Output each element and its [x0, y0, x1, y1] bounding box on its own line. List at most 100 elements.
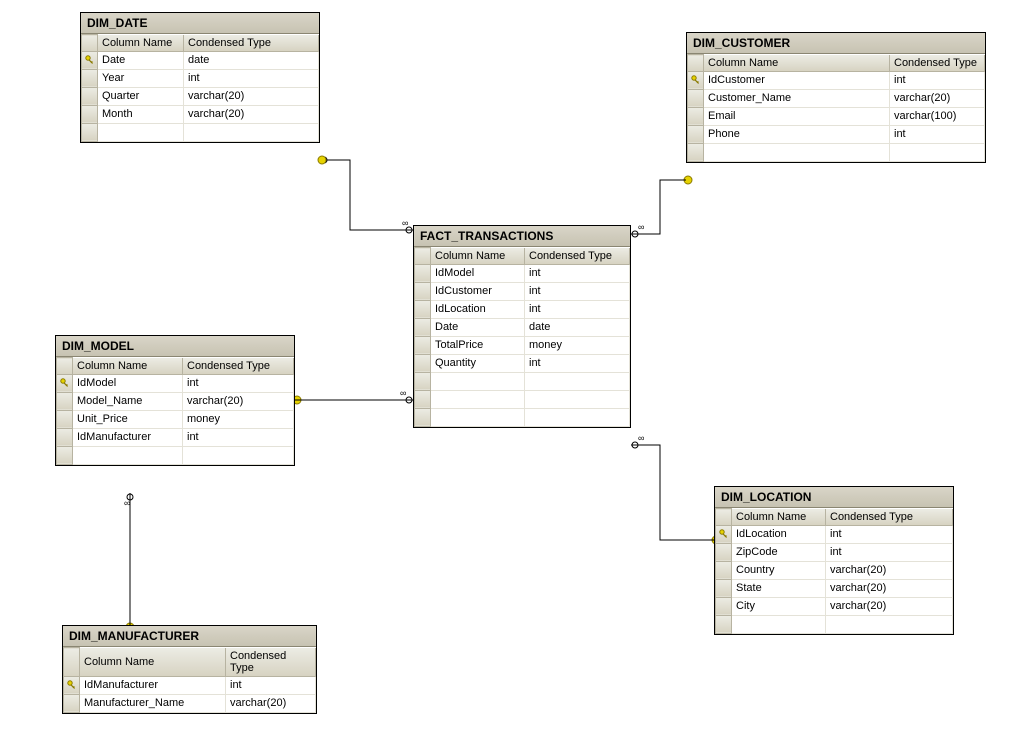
column-type-cell[interactable]: int [525, 264, 630, 282]
table-row[interactable]: Yearint [82, 69, 319, 87]
header-column-type[interactable]: Condensed Type [184, 35, 319, 52]
column-name-cell[interactable]: Date [431, 318, 525, 336]
table-title[interactable]: DIM_DATE [81, 13, 319, 34]
column-name-cell[interactable]: IdCustomer [704, 71, 890, 89]
column-type-cell[interactable]: varchar(20) [183, 392, 294, 410]
table-dim-model[interactable]: DIM_MODELColumn NameCondensed TypeIdMode… [55, 335, 295, 466]
row-selector[interactable] [716, 615, 732, 633]
column-type-cell[interactable]: int [183, 428, 294, 446]
column-name-cell[interactable]: ZipCode [732, 543, 826, 561]
column-type-cell[interactable]: varchar(20) [826, 597, 953, 615]
column-name-cell[interactable]: Model_Name [73, 392, 183, 410]
column-name-cell[interactable]: IdManufacturer [80, 676, 226, 694]
column-name-cell[interactable]: IdModel [431, 264, 525, 282]
column-type-cell[interactable]: int [525, 300, 630, 318]
table-row[interactable]: Datedate [82, 51, 319, 69]
column-type-cell[interactable]: int [826, 525, 953, 543]
table-row[interactable]: IdManufacturerint [64, 676, 316, 694]
column-name-cell[interactable]: IdLocation [732, 525, 826, 543]
table-row-empty[interactable] [415, 372, 630, 390]
row-selector[interactable] [415, 336, 431, 354]
table-row[interactable]: IdModelint [415, 264, 630, 282]
column-type-cell[interactable]: date [184, 51, 319, 69]
column-type-cell[interactable]: int [826, 543, 953, 561]
header-column-type[interactable]: Condensed Type [525, 248, 630, 265]
column-type-cell[interactable]: varchar(20) [184, 105, 319, 123]
column-name-cell[interactable]: State [732, 579, 826, 597]
row-selector[interactable] [415, 282, 431, 300]
header-column-type[interactable]: Condensed Type [183, 358, 294, 375]
column-type-cell[interactable]: int [226, 676, 316, 694]
column-name-cell[interactable]: Country [732, 561, 826, 579]
row-selector[interactable] [716, 543, 732, 561]
column-name-cell[interactable]: IdLocation [431, 300, 525, 318]
table-row[interactable]: TotalPricemoney [415, 336, 630, 354]
column-type-cell[interactable]: varchar(20) [890, 89, 985, 107]
column-type-cell[interactable]: money [183, 410, 294, 428]
table-dim-customer[interactable]: DIM_CUSTOMERColumn NameCondensed TypeIdC… [686, 32, 986, 163]
column-name-cell[interactable]: Quantity [431, 354, 525, 372]
row-selector[interactable] [688, 125, 704, 143]
row-selector[interactable] [415, 408, 431, 426]
primary-key-icon[interactable] [82, 51, 98, 69]
primary-key-icon[interactable] [57, 374, 73, 392]
row-selector[interactable] [716, 597, 732, 615]
table-row-empty[interactable] [688, 143, 985, 161]
row-selector[interactable] [57, 428, 73, 446]
row-selector[interactable] [716, 579, 732, 597]
table-row[interactable]: Model_Namevarchar(20) [57, 392, 294, 410]
table-row[interactable]: Manufacturer_Namevarchar(20) [64, 694, 316, 712]
header-column-name[interactable]: Column Name [73, 358, 183, 375]
table-dim-date[interactable]: DIM_DATEColumn NameCondensed TypeDatedat… [80, 12, 320, 143]
table-row[interactable]: IdLocationint [716, 525, 953, 543]
header-column-name[interactable]: Column Name [80, 648, 226, 677]
table-row[interactable]: Datedate [415, 318, 630, 336]
column-name-cell[interactable]: Date [98, 51, 184, 69]
table-row[interactable]: Customer_Namevarchar(20) [688, 89, 985, 107]
column-name-cell[interactable]: Unit_Price [73, 410, 183, 428]
column-name-cell[interactable]: Year [98, 69, 184, 87]
header-column-type[interactable]: Condensed Type [826, 509, 953, 526]
column-name-cell[interactable]: Phone [704, 125, 890, 143]
row-selector[interactable] [415, 372, 431, 390]
table-row[interactable]: Quantityint [415, 354, 630, 372]
table-fact-transactions[interactable]: FACT_TRANSACTIONSColumn NameCondensed Ty… [413, 225, 631, 428]
row-selector[interactable] [716, 561, 732, 579]
table-row[interactable]: Monthvarchar(20) [82, 105, 319, 123]
table-dim-location[interactable]: DIM_LOCATIONColumn NameCondensed TypeIdL… [714, 486, 954, 635]
table-row[interactable]: IdManufacturerint [57, 428, 294, 446]
header-column-name[interactable]: Column Name [431, 248, 525, 265]
row-selector[interactable] [415, 300, 431, 318]
row-selector[interactable] [688, 107, 704, 125]
table-title[interactable]: DIM_MANUFACTURER [63, 626, 316, 647]
table-row[interactable]: Unit_Pricemoney [57, 410, 294, 428]
primary-key-icon[interactable] [716, 525, 732, 543]
column-type-cell[interactable]: money [525, 336, 630, 354]
row-selector[interactable] [688, 89, 704, 107]
table-row[interactable]: Cityvarchar(20) [716, 597, 953, 615]
primary-key-icon[interactable] [64, 676, 80, 694]
row-selector[interactable] [688, 143, 704, 161]
table-row[interactable]: IdLocationint [415, 300, 630, 318]
table-dim-manufacturer[interactable]: DIM_MANUFACTURERColumn NameCondensed Typ… [62, 625, 317, 714]
column-name-cell[interactable]: Month [98, 105, 184, 123]
column-type-cell[interactable]: varchar(20) [826, 579, 953, 597]
table-title[interactable]: DIM_MODEL [56, 336, 294, 357]
table-row[interactable]: ZipCodeint [716, 543, 953, 561]
column-type-cell[interactable]: varchar(20) [184, 87, 319, 105]
column-type-cell[interactable]: int [525, 354, 630, 372]
column-type-cell[interactable]: int [890, 71, 985, 89]
column-name-cell[interactable]: Email [704, 107, 890, 125]
table-row[interactable]: IdModelint [57, 374, 294, 392]
header-column-type[interactable]: Condensed Type [890, 55, 985, 72]
row-selector[interactable] [57, 392, 73, 410]
table-row-empty[interactable] [57, 446, 294, 464]
row-selector[interactable] [415, 354, 431, 372]
row-selector[interactable] [57, 446, 73, 464]
table-row-empty[interactable] [82, 123, 319, 141]
table-row[interactable]: IdCustomerint [415, 282, 630, 300]
column-type-cell[interactable]: varchar(20) [826, 561, 953, 579]
row-selector[interactable] [82, 105, 98, 123]
column-name-cell[interactable]: Customer_Name [704, 89, 890, 107]
table-row[interactable]: Countryvarchar(20) [716, 561, 953, 579]
